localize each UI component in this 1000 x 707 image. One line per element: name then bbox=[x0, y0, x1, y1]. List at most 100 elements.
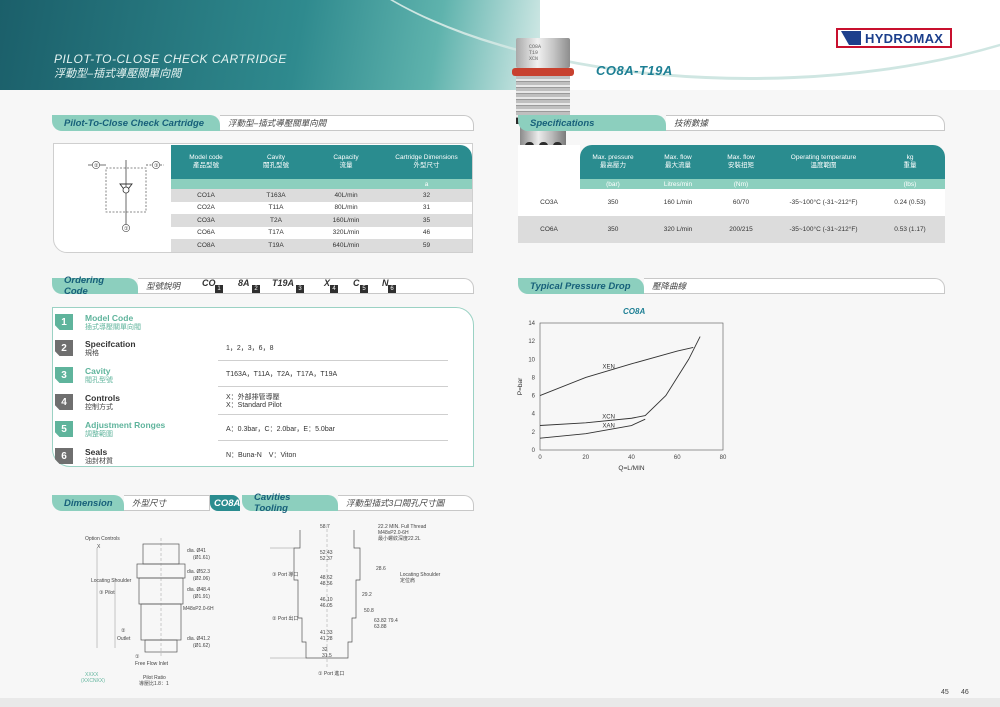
order-item-label: Controls 控制方式 bbox=[85, 393, 120, 412]
divider bbox=[218, 360, 448, 361]
table-header: Capacity 流量 bbox=[311, 145, 381, 179]
series-label: XAN bbox=[602, 424, 614, 430]
tool-label: 41.28 bbox=[320, 636, 333, 642]
order-item-label: Cavity 閥孔型號 bbox=[85, 366, 113, 385]
tool-label: 29.2 bbox=[362, 592, 372, 598]
page-title-cn: 浮動型–插式導壓關單向閥 bbox=[54, 68, 182, 80]
order-code-char: C bbox=[353, 278, 360, 288]
cavity-tooling-drawing: 58.7 52.43 52.37 48.62 48.56 46.10 46.05… bbox=[270, 524, 441, 677]
order-item-number: 3 bbox=[55, 367, 73, 383]
cartridge-thread bbox=[516, 76, 570, 118]
tool-label: 63.88 bbox=[374, 624, 387, 630]
tool-label: 最小螺紋深度22.2L bbox=[378, 535, 421, 542]
section-title: Specifications bbox=[518, 115, 666, 131]
order-code-index: 2 bbox=[252, 285, 260, 293]
order-item-value: N：Buna-N V：Viton bbox=[226, 452, 297, 459]
tool-label: 定位肩 bbox=[400, 577, 415, 584]
x-tick-label: 20 bbox=[582, 455, 589, 461]
table-header: kg 重量 bbox=[875, 145, 945, 179]
order-code-index: 1 bbox=[215, 285, 223, 293]
dim-label: dia. Ø41 bbox=[187, 548, 206, 554]
table-row: CO3A T2A 160L/min 35 bbox=[171, 214, 472, 227]
order-item-value: 1，2，3，6，8 bbox=[226, 345, 274, 352]
cartridge-hex-nut bbox=[516, 38, 570, 68]
section-title: Cavities Tooling bbox=[242, 492, 338, 514]
table-row: CO1A T163A 40L/min 32 bbox=[171, 189, 472, 202]
dim-label: X bbox=[97, 544, 101, 550]
section-title: Pilot-To-Close Check Cartridge bbox=[52, 115, 220, 131]
y-tick-label: 6 bbox=[532, 394, 536, 400]
page-number: 45 bbox=[941, 689, 949, 696]
y-tick-label: 12 bbox=[528, 339, 535, 345]
series-line-xcn bbox=[539, 336, 701, 426]
x-tick-label: 40 bbox=[628, 455, 635, 461]
dim-label: Free Flow Inlet bbox=[135, 661, 169, 667]
order-item-value: X：外部排管導壓 X：Standard Pilot bbox=[226, 394, 282, 409]
section-pilot-header: Pilot-To-Close Check Cartridge 浮動型–插式導壓關… bbox=[52, 115, 474, 131]
symbol-port-3: ③ bbox=[154, 163, 159, 169]
plot-area bbox=[539, 322, 724, 451]
dim-label: dia. Ø52.3 bbox=[187, 569, 210, 575]
table-row: CO6A 350 320 L/min 200/215 -35~100°C (-31~21… bbox=[518, 216, 945, 243]
dim-label: Locating Shoulder bbox=[91, 578, 132, 584]
tool-label: 46.05 bbox=[320, 603, 333, 609]
dim-label: Outlet bbox=[117, 636, 131, 642]
order-item-5: 5 Adjustment Ronges 調整範圍 bbox=[55, 421, 165, 439]
dimension-drawing: Option Controls X Locating Shoulder ③ Pi… bbox=[81, 536, 214, 687]
table-header bbox=[518, 145, 580, 179]
spec-table: Max. pressure 最高壓力 Max. flow 最大流量 Max. flo… bbox=[518, 145, 945, 243]
order-code-char: CO bbox=[202, 278, 216, 288]
tool-label: 28.6 bbox=[376, 566, 386, 572]
y-tick-label: 2 bbox=[532, 430, 536, 436]
cartridge-seal-ring bbox=[512, 68, 574, 76]
brand-logo: HYDROMAX bbox=[836, 28, 952, 48]
x-tick-label: 60 bbox=[674, 455, 681, 461]
table-header: Cavity 閥孔型號 bbox=[241, 145, 311, 179]
order-item-number: 1 bbox=[55, 314, 73, 330]
dim-label: ③ Pilot bbox=[99, 590, 115, 596]
table-header: Model code 產品型號 bbox=[171, 145, 241, 179]
page-title-en: PILOT-TO-CLOSE CHECK CARTRIDGE bbox=[54, 52, 287, 66]
tool-label: ③ Port 導口 bbox=[272, 571, 298, 578]
bottom-bar bbox=[0, 698, 1000, 707]
divider bbox=[218, 414, 448, 415]
order-item-number: 5 bbox=[55, 421, 73, 437]
dim-label: (Ø1.91) bbox=[193, 594, 210, 600]
symbol-port-2: ② bbox=[94, 163, 99, 169]
section-title: Ordering Code bbox=[52, 275, 138, 297]
order-code-char: 8A bbox=[238, 278, 250, 288]
order-item-value: A：0.3bar，C：2.0bar，E：5.0bar bbox=[226, 426, 335, 433]
section-title: Dimension bbox=[52, 495, 124, 511]
section-pressure-header: Typical Pressure Drop 壓降曲線 bbox=[518, 278, 945, 294]
order-item-label: Adjustment Ronges 調整範圍 bbox=[85, 420, 166, 439]
y-tick-label: 4 bbox=[532, 412, 536, 418]
table-header-row: Max. pressure 最高壓力 Max. flow 最大流量 Max. flo… bbox=[518, 145, 945, 179]
table-header-row: Model code 產品型號 Cavity 閥孔型號 Capacity 流量 Car… bbox=[171, 145, 472, 179]
order-code-index: 3 bbox=[296, 285, 304, 293]
dim-label: dia. Ø41.2 bbox=[187, 636, 210, 642]
order-item-2: 2 Specifcation 規格 bbox=[55, 340, 136, 358]
dimension-tag: CO8A bbox=[210, 495, 240, 511]
order-code-char: T19A bbox=[272, 278, 295, 288]
divider bbox=[218, 386, 448, 387]
order-code-index: 5 bbox=[360, 285, 368, 293]
order-code-index: 6 bbox=[388, 285, 396, 293]
order-item-3: 3 Cavity 閥孔型號 bbox=[55, 367, 113, 385]
y-tick-label: 0 bbox=[532, 448, 536, 454]
table-row: CO2A T11A 80L/min 31 bbox=[171, 201, 472, 214]
order-code-index: 4 bbox=[330, 285, 338, 293]
section-spec-header: Specifications 技術數據 bbox=[518, 115, 945, 131]
dim-label: Option Controls bbox=[85, 536, 120, 542]
order-item-label: Model Code 插式導壓關單向閥 bbox=[85, 313, 141, 332]
table-row: CO8A T19A 640L/min 59 bbox=[171, 239, 472, 252]
section-subtitle: 浮動型–插式導壓關單向閥 bbox=[220, 115, 474, 131]
x-tick-label: 80 bbox=[720, 455, 727, 461]
tool-label: ① Port 進口 bbox=[318, 670, 344, 677]
dim-label: M48xP2.0-6H bbox=[183, 606, 214, 612]
table-header: Operating temperature 溫度範圍 bbox=[772, 145, 875, 179]
dim-label: dia. Ø48.4 bbox=[187, 587, 210, 593]
tool-label: 52.37 bbox=[320, 556, 333, 562]
section-subtitle: 外型尺寸 bbox=[124, 495, 210, 511]
x-axis-label: Q=L/MIN bbox=[618, 465, 644, 472]
hydraulic-symbol: ② ③ ① bbox=[88, 160, 164, 232]
